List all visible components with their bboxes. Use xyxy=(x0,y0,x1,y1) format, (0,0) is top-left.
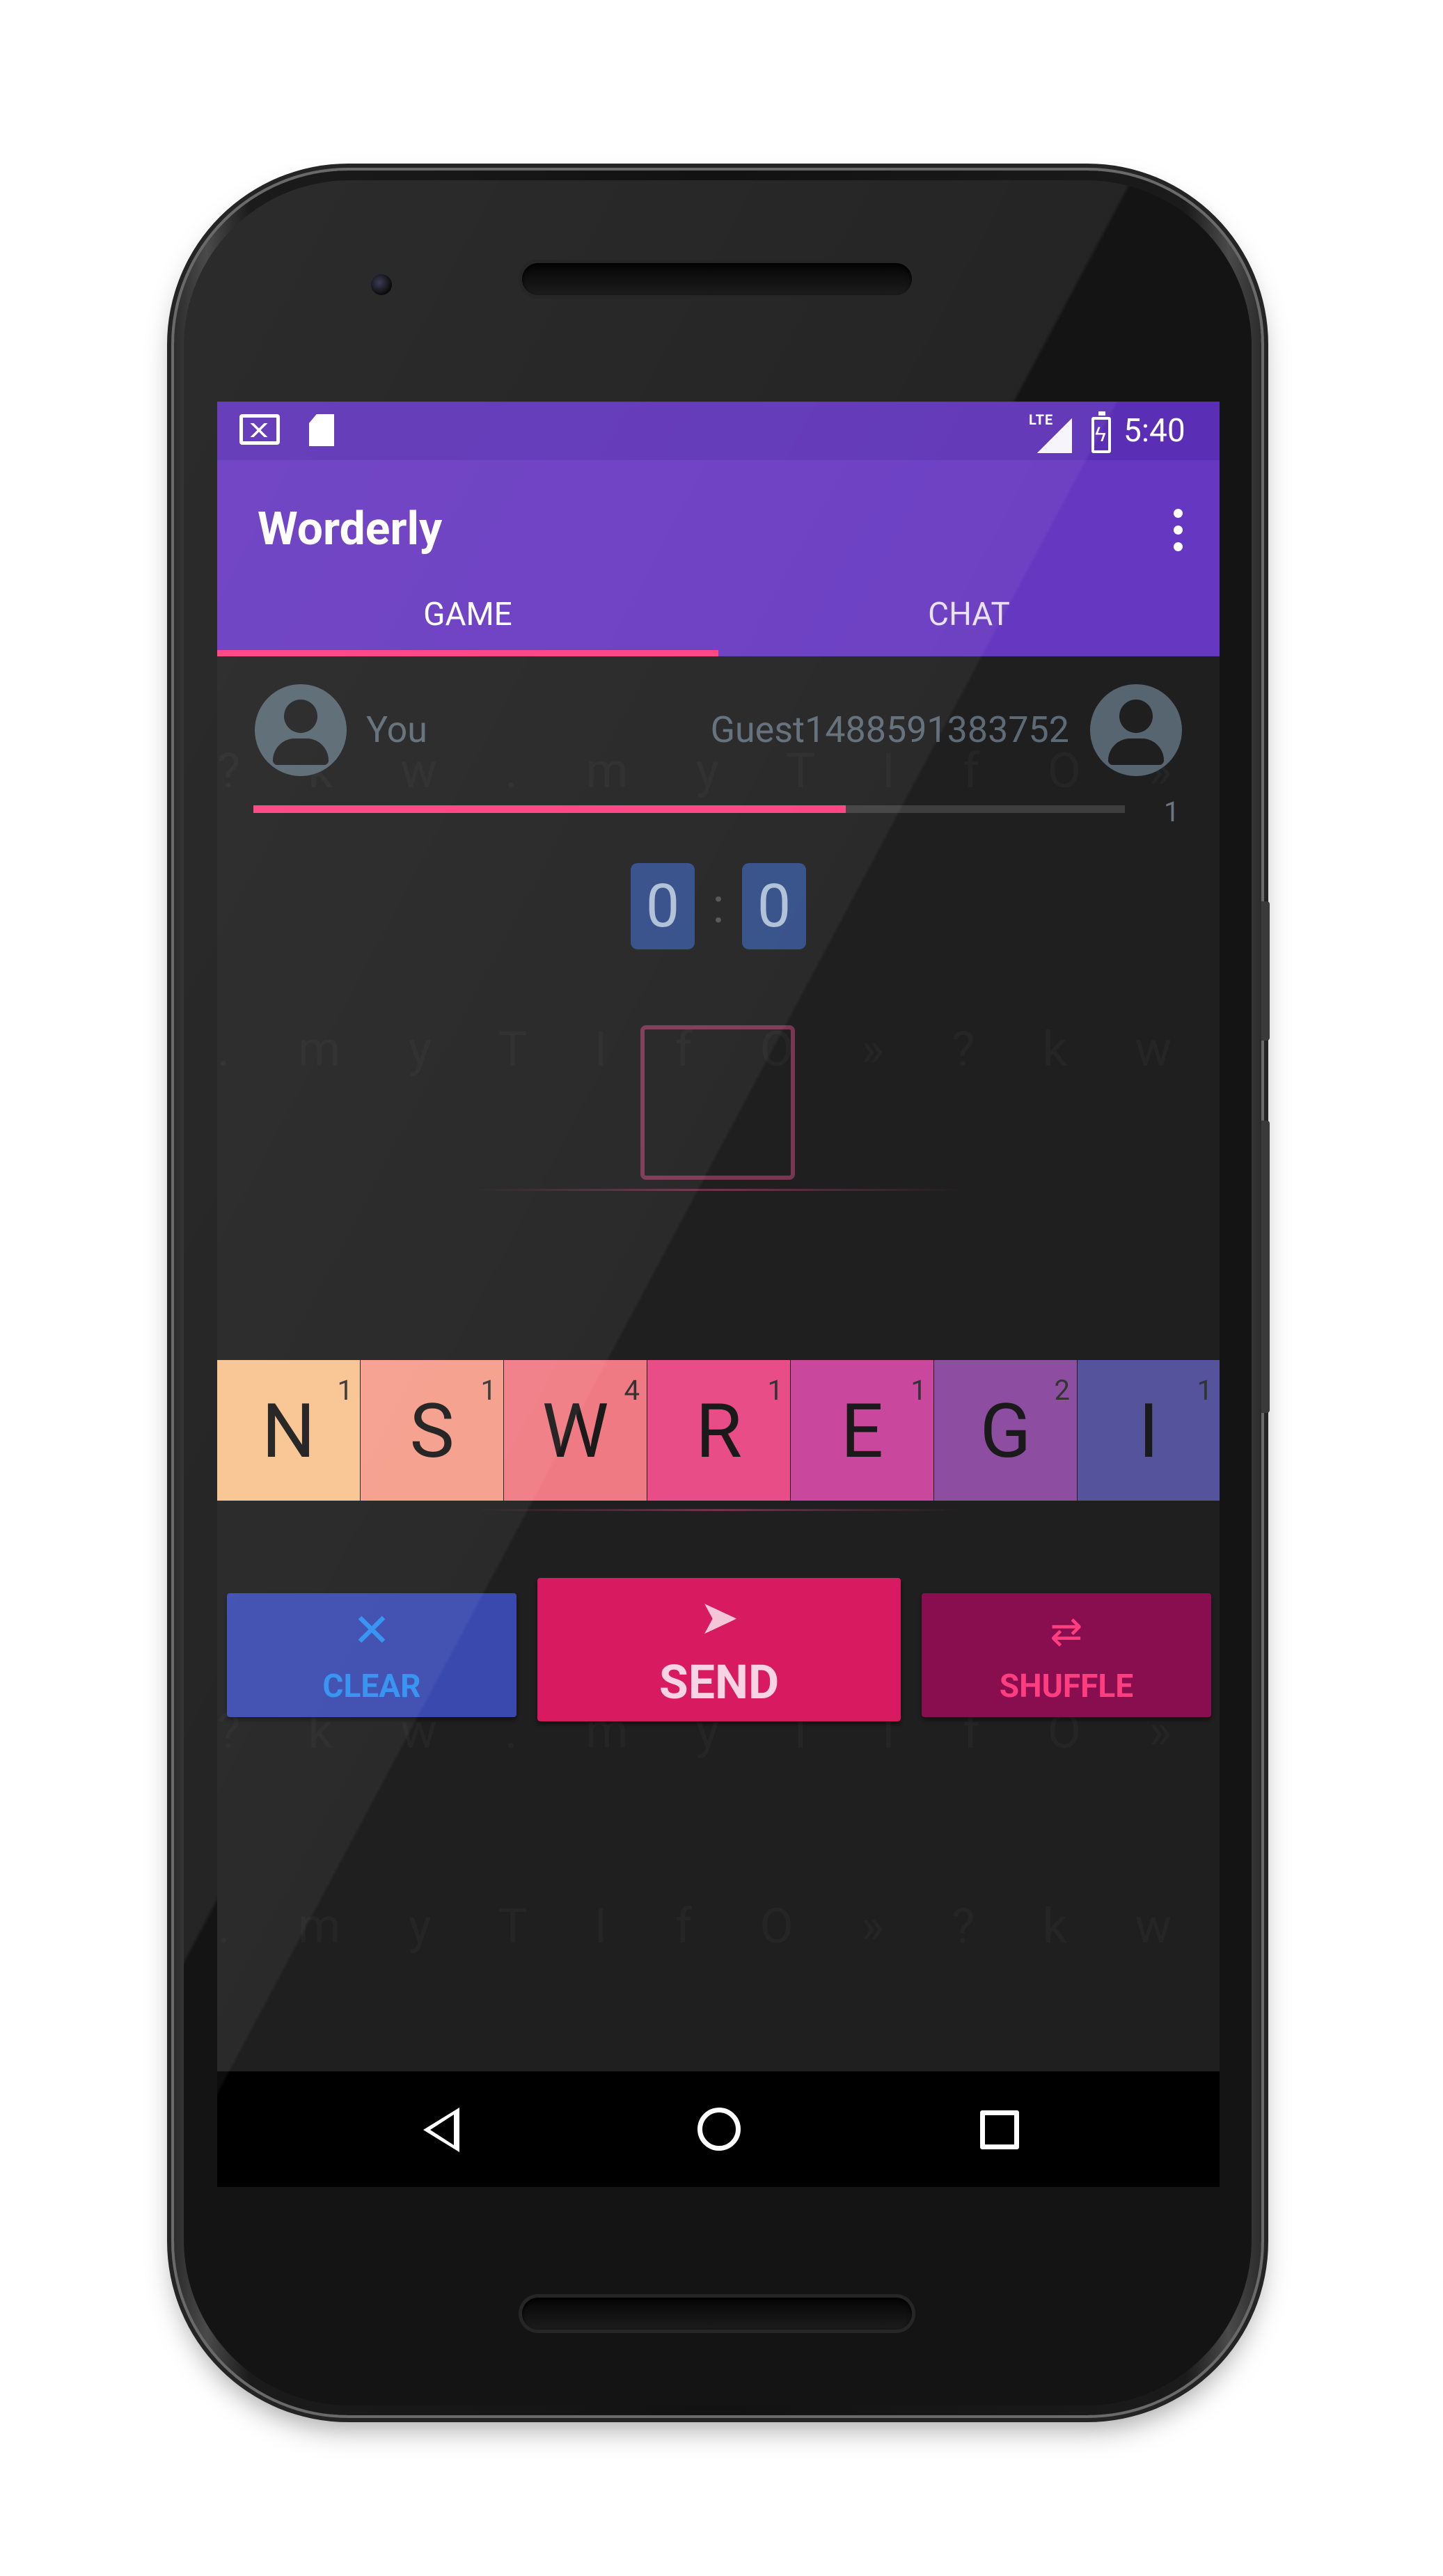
round-progress-fill xyxy=(253,805,846,813)
app-title: Worderly xyxy=(258,503,443,556)
status-bar: LTE 5:40 xyxy=(217,402,1220,460)
front-camera xyxy=(371,274,392,295)
round-number: 1 xyxy=(1164,796,1180,828)
shuffle-button[interactable]: ⇄ SHUFFLE xyxy=(922,1593,1211,1717)
my-avatar xyxy=(255,684,347,776)
clear-button[interactable]: ✕ CLEAR xyxy=(227,1593,517,1717)
letter-tile[interactable]: I 1 xyxy=(1078,1360,1220,1501)
top-speaker xyxy=(522,263,912,295)
bottom-speaker xyxy=(522,2298,912,2330)
signal-icon xyxy=(1037,418,1072,453)
tile-points: 1 xyxy=(767,1374,783,1407)
app-bar: Worderly GAME CHAT xyxy=(217,460,1220,656)
tiles-divider xyxy=(475,1509,962,1511)
tile-points: 1 xyxy=(337,1374,353,1407)
battery-charging-icon xyxy=(1091,411,1111,453)
tile-points: 1 xyxy=(480,1374,496,1407)
my-score: 0 xyxy=(631,863,695,949)
opponent-player-name: Guest1488591383752 xyxy=(710,709,1069,751)
letter-tile[interactable]: W 4 xyxy=(504,1360,647,1501)
send-icon: ➤ xyxy=(699,1590,739,1645)
game-panel: ? k w . m y T I f O » ? k w . m y T I f … xyxy=(217,656,1220,2018)
answer-divider xyxy=(475,1189,962,1191)
device-screen: LTE 5:40 Worderly GAME CHAT ? k w . m y … xyxy=(217,402,1220,2187)
tile-points: 1 xyxy=(1197,1374,1213,1407)
tab-indicator xyxy=(217,650,718,656)
round-progress-bar xyxy=(253,805,1125,813)
navigation-bar xyxy=(217,2071,1220,2187)
letter-tile[interactable]: N 1 xyxy=(217,1360,360,1501)
opponent-avatar xyxy=(1090,684,1182,776)
tab-game[interactable]: GAME xyxy=(217,587,718,656)
answer-slot[interactable] xyxy=(640,1025,795,1180)
swap-horiz-icon: ⇄ xyxy=(1050,1609,1083,1654)
send-button[interactable]: ➤ SEND xyxy=(537,1578,901,1721)
opponent-score: 0 xyxy=(742,863,806,949)
status-time: 5:40 xyxy=(1123,412,1185,450)
shuffle-button-label: SHUFFLE xyxy=(999,1668,1134,1705)
sd-card-icon xyxy=(309,414,334,446)
close-icon: ✕ xyxy=(352,1604,391,1658)
power-button xyxy=(1261,901,1270,1041)
letter-tile[interactable]: S 1 xyxy=(361,1360,503,1501)
nav-recents-icon[interactable] xyxy=(980,2110,1019,2149)
tile-points: 2 xyxy=(1054,1374,1070,1407)
more-vert-icon[interactable] xyxy=(1164,503,1192,559)
gallery-icon xyxy=(239,414,280,445)
clear-button-label: CLEAR xyxy=(322,1668,421,1705)
letter-tiles: N 1 S 1 W 4 R 1 E 1 G 2 I 1 xyxy=(217,1360,1220,1501)
letter-tile[interactable]: R 1 xyxy=(647,1360,790,1501)
score-separator: : xyxy=(712,878,725,935)
letter-tile[interactable]: G 2 xyxy=(934,1360,1077,1501)
tab-chat[interactable]: CHAT xyxy=(718,587,1220,656)
nav-home-icon[interactable] xyxy=(697,2108,741,2151)
background-pattern: . m y T I f O » ? k w . m y T I f O » ? … xyxy=(217,1895,1220,1958)
nav-back-icon[interactable] xyxy=(423,2108,459,2152)
my-player-name: You xyxy=(366,709,427,751)
tile-points: 4 xyxy=(624,1374,640,1407)
letter-tile[interactable]: E 1 xyxy=(791,1360,933,1501)
send-button-label: SEND xyxy=(659,1654,780,1710)
tile-points: 1 xyxy=(910,1374,926,1407)
volume-rocker xyxy=(1261,1121,1270,1413)
